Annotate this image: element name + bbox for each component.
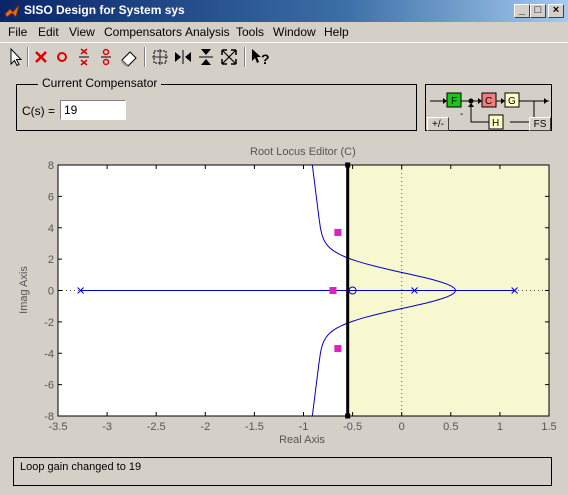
- root-locus-plot[interactable]: -3.5 -3 -2.5 -2 -1.5 -1 -0.5 0 0.5 1 1.5 86420-2-4…: [0, 0, 568, 495]
- y-tick-label: 6: [48, 191, 54, 203]
- y-tick-label: -6: [44, 380, 54, 392]
- y-tick-label: 4: [48, 223, 54, 235]
- x-tick-label: -1: [299, 421, 309, 433]
- closed-loop-pole-marker: [334, 345, 342, 353]
- status-bar: Loop gain changed to 19: [13, 457, 552, 486]
- x-tick-label: 1.5: [541, 421, 556, 433]
- x-tick-label: 1: [497, 421, 503, 433]
- x-tick-label: -2: [200, 421, 210, 433]
- y-tick-label: 8: [48, 160, 54, 172]
- y-tick-label: 2: [48, 254, 54, 266]
- x-tick-label: 0.5: [443, 421, 458, 433]
- y-tick-label: -8: [44, 411, 54, 423]
- y-tick-label: -2: [44, 317, 54, 329]
- x-tick-label: -2.5: [147, 421, 166, 433]
- closed-loop-pole-marker: [329, 287, 337, 294]
- x-tick-label: 0: [399, 421, 405, 433]
- y-tick-label: -4: [44, 348, 54, 360]
- x-tick-label: -0.5: [343, 421, 362, 433]
- x-tick-label: -1.5: [245, 421, 264, 433]
- closed-loop-pole-marker: [334, 228, 342, 236]
- x-tick-label: -3: [102, 421, 112, 433]
- y-tick-label: 0: [48, 286, 54, 298]
